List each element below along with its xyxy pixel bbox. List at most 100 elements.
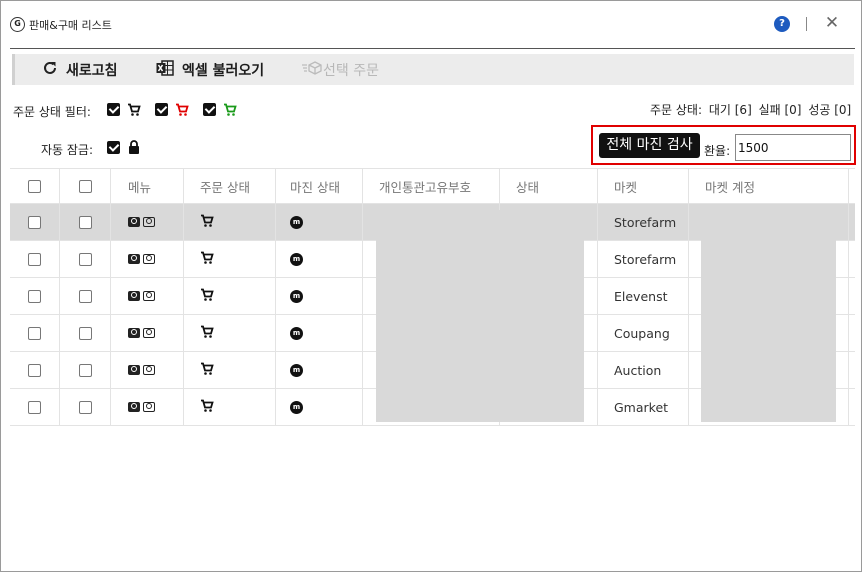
status-failed-count: 실패 [0]	[758, 103, 802, 117]
search-preview-icon[interactable]	[143, 217, 155, 227]
margin-status-cell: m	[276, 241, 363, 277]
auto-lock-checkbox[interactable]	[107, 141, 120, 154]
search-preview-icon[interactable]	[143, 254, 155, 264]
margin-icon[interactable]: m	[290, 400, 303, 414]
lock-cell	[60, 278, 111, 314]
market-cell: Storefarm	[598, 204, 689, 240]
row-select-checkbox[interactable]	[28, 252, 41, 266]
filter-success-checkbox[interactable]	[203, 103, 216, 116]
margin-status-cell: m	[276, 315, 363, 351]
cart-icon[interactable]	[200, 288, 214, 305]
header-status[interactable]: 상태	[500, 169, 598, 203]
search-preview-icon[interactable]	[143, 365, 155, 375]
search-detail-icon[interactable]	[128, 402, 140, 412]
title-separator	[806, 17, 807, 31]
row-lock-checkbox[interactable]	[78, 363, 92, 377]
menu-cell	[111, 278, 184, 314]
row-lock-checkbox[interactable]	[78, 400, 92, 414]
order-status-filter-label: 주문 상태 필터:	[13, 105, 91, 119]
filter-failed-checkbox[interactable]	[155, 103, 168, 116]
help-button[interactable]: ?	[774, 16, 790, 32]
order-status-summary: 주문 상태: 대기 [6] 실패 [0] 성공 [0]	[650, 101, 854, 118]
market-cell: Elevenst	[598, 278, 689, 314]
margin-icon[interactable]: m	[290, 252, 303, 266]
search-detail-icon[interactable]	[128, 254, 140, 264]
select-cell	[10, 389, 60, 425]
lock-cell	[60, 389, 111, 425]
market-cell: Auction	[598, 352, 689, 388]
cart-icon[interactable]	[200, 399, 214, 416]
filter-all-checkbox[interactable]	[107, 103, 120, 116]
market-name: Storefarm	[614, 214, 677, 230]
search-detail-icon[interactable]	[128, 328, 140, 338]
cart-icon[interactable]	[200, 214, 214, 231]
exchange-rate-input[interactable]	[735, 134, 851, 161]
header-order-status[interactable]: 주문 상태	[184, 169, 276, 203]
order-status-cell	[184, 352, 276, 388]
row-select-checkbox[interactable]	[28, 215, 41, 229]
window-title: 판매&구매 리스트	[29, 19, 112, 32]
check-all-margin-button[interactable]: 전체 마진 검사	[599, 133, 700, 158]
row-select-checkbox[interactable]	[28, 326, 41, 340]
excel-import-button[interactable]: 엑셀 불러오기	[156, 54, 264, 85]
search-detail-icon[interactable]	[128, 217, 140, 227]
order-status-cell	[184, 315, 276, 351]
row-lock-checkbox[interactable]	[78, 326, 92, 340]
header-lock-cell	[60, 169, 111, 203]
margin-status-cell: m	[276, 278, 363, 314]
market-cell: Storefarm	[598, 241, 689, 277]
lock-cell	[60, 204, 111, 240]
select-cell	[10, 204, 60, 240]
cart-icon[interactable]	[200, 362, 214, 379]
title-divider	[10, 48, 855, 49]
row-lock-checkbox[interactable]	[78, 289, 92, 303]
lock-icon	[128, 140, 140, 158]
excel-icon	[156, 59, 174, 80]
margin-icon[interactable]: m	[290, 289, 303, 303]
close-button[interactable]: ✕	[824, 13, 840, 33]
cart-icon[interactable]	[200, 251, 214, 268]
header-customs-code[interactable]: 개인통관고유부호	[363, 169, 500, 203]
market-name: Storefarm	[614, 251, 677, 267]
header-menu[interactable]: 메뉴	[111, 169, 184, 203]
margin-icon[interactable]: m	[290, 215, 303, 229]
order-list-window: G 판매&구매 리스트 ? ✕ 새로고침 엑셀 불러오기 선택 주문 주문 상태…	[0, 0, 862, 572]
menu-cell	[111, 352, 184, 388]
cart-black-icon	[127, 103, 141, 120]
menu-cell	[111, 241, 184, 277]
refresh-button[interactable]: 새로고침	[42, 54, 118, 85]
order-table: 메뉴 주문 상태 마진 상태 개인통관고유부호 상태 마켓 마켓 계정 m St…	[10, 168, 855, 426]
row-select-checkbox[interactable]	[28, 363, 41, 377]
cart-icon[interactable]	[200, 325, 214, 342]
row-select-checkbox[interactable]	[28, 289, 41, 303]
cart-green-icon	[223, 103, 237, 120]
search-preview-icon[interactable]	[143, 291, 155, 301]
select-cell	[10, 241, 60, 277]
margin-icon[interactable]: m	[290, 363, 303, 377]
search-detail-icon[interactable]	[128, 291, 140, 301]
header-select-all-checkbox[interactable]	[28, 179, 41, 193]
status-summary-label: 주문 상태:	[650, 103, 703, 117]
market-cell: Coupang	[598, 315, 689, 351]
order-status-cell	[184, 278, 276, 314]
search-preview-icon[interactable]	[143, 328, 155, 338]
header-market[interactable]: 마켓	[598, 169, 689, 203]
menu-cell	[111, 204, 184, 240]
market-name: Auction	[614, 362, 662, 378]
search-preview-icon[interactable]	[143, 402, 155, 412]
row-select-checkbox[interactable]	[28, 400, 41, 414]
search-detail-icon[interactable]	[128, 365, 140, 375]
order-selected-button[interactable]: 선택 주문	[302, 54, 379, 85]
margin-status-cell: m	[276, 389, 363, 425]
row-lock-checkbox[interactable]	[78, 252, 92, 266]
row-lock-checkbox[interactable]	[78, 215, 92, 229]
margin-status-cell: m	[276, 204, 363, 240]
margin-icon[interactable]: m	[290, 326, 303, 340]
app-logo-icon: G	[10, 17, 25, 32]
header-lock-all-checkbox[interactable]	[78, 179, 92, 193]
market-cell: Gmarket	[598, 389, 689, 425]
header-market-account[interactable]: 마켓 계정	[689, 169, 849, 203]
header-margin-status[interactable]: 마진 상태	[276, 169, 363, 203]
order-status-cell	[184, 389, 276, 425]
order-status-cell	[184, 241, 276, 277]
